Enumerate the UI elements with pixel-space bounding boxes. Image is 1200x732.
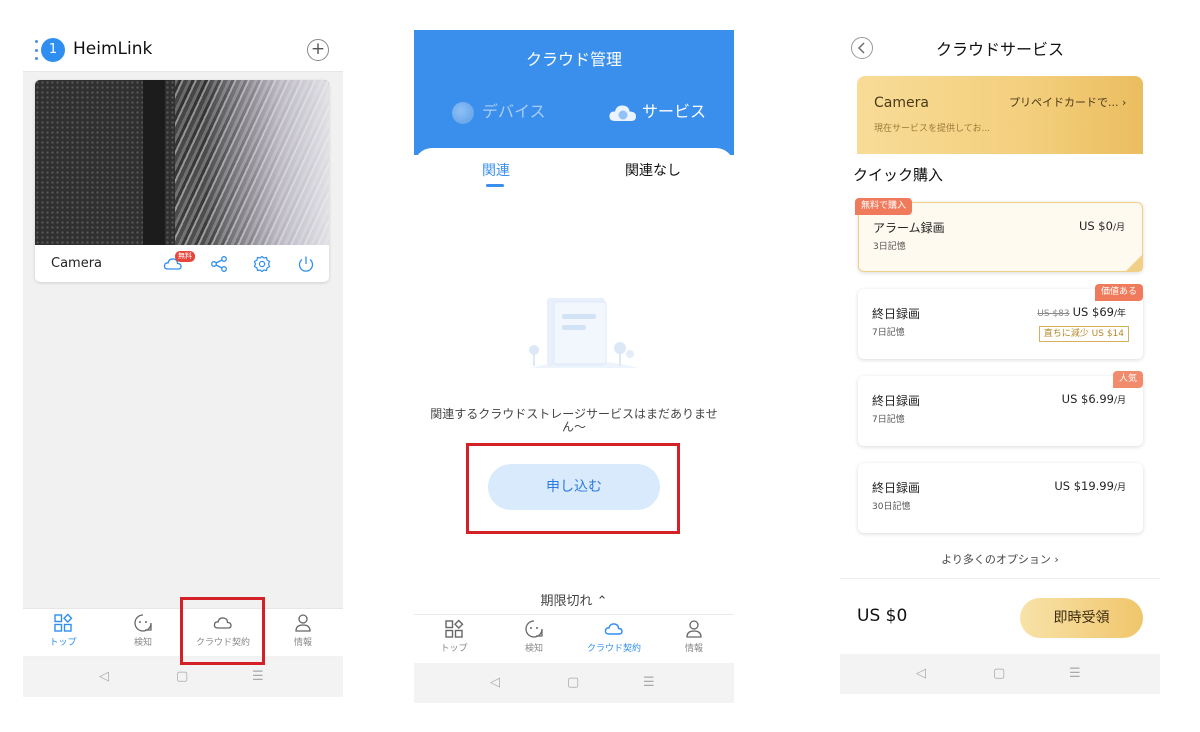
nav-home-icon[interactable]: ▢ — [176, 669, 188, 684]
plan-name: アラーム録画 — [873, 221, 945, 235]
nav-menu-icon[interactable]: ☰ — [1069, 666, 1081, 681]
tab-label: トップ — [49, 638, 77, 648]
tab-label: 検知 — [133, 638, 152, 648]
nav-back-icon[interactable]: ◁ — [916, 666, 926, 681]
tab-detection[interactable]: 検知 — [494, 619, 574, 663]
plan-price: US $19.99/月 — [1054, 479, 1126, 493]
home-count-badge[interactable]: 1 — [41, 38, 65, 62]
plan-card[interactable]: 終日録画 30日記憶 US $19.99/月 — [858, 463, 1143, 533]
tab-top[interactable]: トップ — [414, 619, 494, 663]
plan-tag: 価値ある — [1094, 284, 1143, 301]
app-header: 1 HeimLink + — [23, 30, 343, 72]
active-tab-indicator — [486, 184, 504, 187]
total-price: US $0 — [857, 606, 908, 626]
phone-cloud-management: クラウド管理 デバイス サービス 関連 関連なし 関連するクラウドストレージサー… — [414, 30, 734, 703]
tab-related[interactable]: 関連 — [482, 160, 510, 180]
blue-header: クラウド管理 デバイス サービス — [414, 30, 734, 155]
nav-home-icon[interactable]: ▢ — [567, 675, 579, 690]
device-name: Camera — [51, 256, 103, 271]
tab-unrelated[interactable]: 関連なし — [625, 160, 681, 180]
section-title: クイック購入 — [853, 166, 944, 184]
nav-home-icon[interactable]: ▢ — [993, 666, 1005, 681]
device-ball-icon — [452, 101, 474, 124]
plan-retention: 7日記憶 — [872, 328, 905, 338]
free-badge: 無料 — [175, 251, 195, 262]
plan-card[interactable]: 価値ある 終日録画 7日記憶 US $83 US $69/年 直ちに減少 US $… — [858, 284, 1143, 359]
claim-now-button[interactable]: 即時受領 — [1020, 598, 1143, 638]
expired-toggle[interactable]: 期限切れ ⌃ — [414, 590, 734, 609]
camera-thumbnail[interactable] — [35, 80, 329, 245]
device-card[interactable]: Camera 無料 — [35, 80, 329, 282]
prepaid-card-link[interactable]: プリペイドカードで... › — [1009, 94, 1126, 110]
face-icon — [134, 614, 152, 632]
purchase-footer: US $0 即時受領 — [840, 578, 1160, 654]
discount-badge: 直ちに減少 US $14 — [1038, 326, 1129, 342]
tab-detection[interactable]: 検知 — [103, 613, 183, 657]
service-status: 現在サービスを提供してお... — [874, 124, 991, 134]
plan-price: US $6.99/月 — [1061, 392, 1126, 406]
plan-name: 終日録画 — [872, 481, 921, 495]
tab-bar: 関連 関連なし — [414, 156, 734, 192]
tab-info[interactable]: 情報 — [654, 619, 734, 663]
segment-label: サービス — [642, 102, 707, 121]
grid-icon — [445, 619, 464, 638]
tab-label: 情報 — [684, 644, 703, 654]
highlight-box-cloud-tab — [180, 597, 265, 665]
empty-state-illustration — [529, 298, 638, 368]
highlight-box-apply-button — [466, 443, 680, 534]
phone-cloud-service: クラウドサービス Camera 現在サービスを提供してお... プリペイドカード… — [840, 30, 1160, 694]
more-options-link[interactable]: より多くのオプション › — [840, 551, 1160, 567]
plan-price: US $0/月 — [1078, 219, 1125, 233]
cloud-icon — [604, 623, 623, 635]
page-title: クラウドサービス — [935, 40, 1064, 59]
page-title: クラウド管理 — [525, 50, 622, 69]
nav-back-icon[interactable]: ◁ — [99, 669, 109, 684]
system-nav-bar: ◁ ▢ ☰ — [414, 663, 734, 703]
plan-retention: 7日記憶 — [872, 415, 905, 425]
tab-top[interactable]: トップ — [23, 613, 103, 657]
segment-devices[interactable]: デバイス — [452, 98, 546, 124]
plan-retention: 30日記憶 — [872, 502, 911, 512]
tab-info[interactable]: 情報 — [263, 613, 343, 657]
plan-card[interactable]: 人気 終日録画 7日記憶 US $6.99/月 — [858, 371, 1143, 446]
device-service-banner[interactable]: Camera 現在サービスを提供してお... プリペイドカードで... › — [857, 76, 1143, 154]
plan-name: 終日録画 — [872, 394, 921, 408]
device-name: Camera — [874, 95, 929, 111]
gear-icon[interactable] — [252, 255, 272, 273]
nav-menu-icon[interactable]: ☰ — [252, 669, 264, 684]
plan-tag: 無料で購入 — [855, 198, 913, 215]
segment-services[interactable]: サービス — [608, 98, 706, 124]
plan-retention: 3日記憶 — [873, 242, 906, 252]
plan-name: 終日録画 — [872, 307, 921, 321]
app-title: HeimLink — [73, 39, 153, 59]
plan-price: US $83 US $69/年 — [1037, 305, 1126, 319]
bottom-tab-bar: トップ 検知 クラウド契約 情報 — [414, 614, 734, 662]
tab-label: 情報 — [293, 638, 312, 648]
face-icon — [525, 620, 543, 638]
person-icon — [295, 614, 311, 632]
grid-icon — [54, 613, 73, 632]
tab-cloud-contract[interactable]: クラウド契約 — [574, 619, 654, 663]
selected-check-icon — [1126, 255, 1142, 271]
tab-label: 検知 — [524, 644, 543, 654]
power-icon[interactable] — [296, 255, 316, 273]
nav-back-icon[interactable]: ◁ — [490, 675, 500, 690]
add-device-button[interactable]: + — [307, 39, 329, 61]
menu-dots-icon[interactable] — [35, 40, 39, 60]
plan-card[interactable]: 無料で購入 アラーム録画 3日記憶 US $0/月 — [855, 198, 1143, 272]
nav-menu-icon[interactable]: ☰ — [643, 675, 655, 690]
system-nav-bar: ◁ ▢ ☰ — [840, 654, 1160, 694]
tab-label: トップ — [440, 644, 468, 654]
plan-tag: 人気 — [1112, 371, 1143, 388]
person-icon — [686, 620, 702, 638]
cloud-icon — [609, 104, 636, 121]
share-icon[interactable] — [209, 255, 229, 273]
segment-label: デバイス — [482, 102, 546, 121]
tab-label: クラウド契約 — [586, 644, 641, 654]
empty-state-message: 関連するクラウドストレージサービスはまだありません〜 — [430, 407, 718, 434]
